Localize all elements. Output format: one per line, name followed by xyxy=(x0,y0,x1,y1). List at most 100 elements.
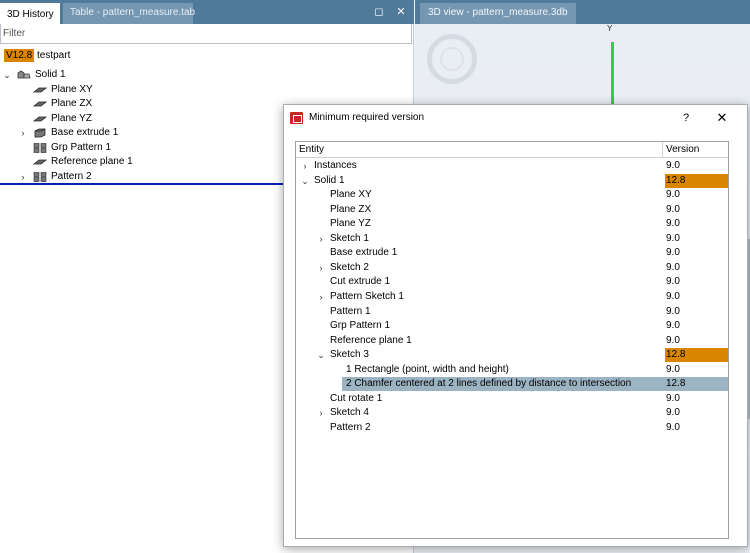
tree-item-label: Base extrude 1 xyxy=(51,127,119,138)
tab-3d-view[interactable]: 3D view - pattern_measure.3db xyxy=(420,3,576,24)
table-row[interactable]: Grp Pattern 1 9.0 xyxy=(296,319,728,333)
table-row[interactable]: Plane ZX 9.0 xyxy=(296,203,728,217)
version-value: 9.0 xyxy=(666,392,680,404)
table-row[interactable]: Cut extrude 1 9.0 xyxy=(296,275,728,289)
tab-table[interactable]: Table - pattern_measure.tab xyxy=(63,3,195,24)
tree-item-label: Grp Pattern 1 xyxy=(51,142,112,153)
tree-item-pattern-2[interactable]: › Pattern 2 xyxy=(0,170,300,184)
close-icon[interactable]: ✕ xyxy=(394,5,408,19)
table-row[interactable]: 2 Chamfer centered at 2 lines defined by… xyxy=(296,377,728,392)
entity-label: Base extrude 1 xyxy=(330,247,398,259)
entity-label: Sketch 4 xyxy=(330,407,369,419)
plane-icon xyxy=(33,159,47,165)
restore-icon[interactable]: ◻ xyxy=(372,5,386,19)
entity-label: Solid 1 xyxy=(314,174,345,186)
version-value: 12.8 xyxy=(665,173,728,188)
pattern-icon xyxy=(33,172,47,182)
version-value: 9.0 xyxy=(666,421,680,433)
table-row[interactable]: Reference plane 1 9.0 xyxy=(296,334,728,348)
table-row[interactable]: Plane XY 9.0 xyxy=(296,188,728,202)
version-value: 9.0 xyxy=(666,232,680,244)
extrude-icon xyxy=(34,128,46,138)
column-header-version[interactable]: Version xyxy=(666,142,699,158)
table-row[interactable]: Plane YZ 9.0 xyxy=(296,217,728,231)
version-value: 9.0 xyxy=(666,189,680,201)
version-badge: V12.8 xyxy=(4,49,35,62)
column-divider[interactable] xyxy=(662,142,663,158)
chevron-right-icon[interactable]: › xyxy=(300,159,310,173)
tree-item-grp-pattern-1[interactable]: Grp Pattern 1 xyxy=(0,141,300,155)
table-header: Entity Version xyxy=(296,142,728,158)
entity-label: Plane XY xyxy=(330,189,372,201)
version-value: 9.0 xyxy=(666,276,680,288)
version-value: 9.0 xyxy=(666,247,680,259)
tree-item-plane-xy[interactable]: Plane XY xyxy=(0,83,300,97)
version-value: 9.0 xyxy=(666,363,680,375)
dialog-title: Minimum required version xyxy=(309,112,425,123)
table-row[interactable]: › Instances 9.0 xyxy=(296,159,728,173)
version-value: 12.8 xyxy=(666,378,686,390)
help-button[interactable]: ? xyxy=(679,110,693,126)
pattern-icon xyxy=(33,143,47,153)
version-value: 9.0 xyxy=(666,305,680,317)
tree-item-plane-zx[interactable]: Plane ZX xyxy=(0,97,300,111)
tree-item-reference-plane-1[interactable]: Reference plane 1 xyxy=(0,155,300,169)
chevron-right-icon[interactable]: › xyxy=(18,126,28,140)
entity-label: Cut rotate 1 xyxy=(330,392,383,404)
chevron-down-icon[interactable]: ⌄ xyxy=(316,348,326,362)
table-row[interactable]: › Sketch 2 9.0 xyxy=(296,261,728,275)
table-row[interactable]: 1 Rectangle (point, width and height) 9.0 xyxy=(296,363,728,377)
plane-icon xyxy=(33,87,47,93)
version-value: 9.0 xyxy=(666,334,680,346)
filter-input[interactable] xyxy=(1,24,411,43)
entity-label: 2 Chamfer centered at 2 lines defined by… xyxy=(346,378,632,390)
entity-label: Sketch 1 xyxy=(330,232,369,244)
tab-3d-history[interactable]: 3D History xyxy=(0,3,60,24)
version-value: 9.0 xyxy=(666,261,680,273)
tree-item-base-extrude-1[interactable]: › Base extrude 1 xyxy=(0,126,300,140)
entity-label: Pattern Sketch 1 xyxy=(330,290,404,302)
entity-label: Reference plane 1 xyxy=(330,334,412,346)
chevron-right-icon[interactable]: › xyxy=(316,232,326,246)
table-row[interactable]: Pattern 2 9.0 xyxy=(296,421,728,435)
close-button[interactable]: ✕ xyxy=(714,110,730,126)
table-row[interactable]: ⌄ Sketch 3 12.8 xyxy=(296,348,728,363)
tree-item-label: Plane XY xyxy=(51,84,93,95)
entity-label: Pattern 1 xyxy=(330,305,371,317)
version-value: 9.0 xyxy=(666,218,680,230)
version-value: 9.0 xyxy=(666,407,680,419)
chevron-down-icon[interactable]: ⌄ xyxy=(2,68,12,82)
filter-box xyxy=(0,24,412,44)
chevron-right-icon[interactable]: › xyxy=(316,261,326,275)
version-value: 12.8 xyxy=(665,348,728,363)
entity-label: Pattern 2 xyxy=(330,421,371,433)
chevron-right-icon[interactable]: › xyxy=(18,170,28,184)
table-row[interactable]: ⌄ Solid 1 12.8 xyxy=(296,173,728,188)
table-row[interactable]: Base extrude 1 9.0 xyxy=(296,246,728,260)
chevron-right-icon[interactable]: › xyxy=(316,290,326,304)
app-logo-icon xyxy=(290,112,303,124)
table-row[interactable]: › Sketch 1 9.0 xyxy=(296,232,728,246)
entity-label: Sketch 2 xyxy=(330,261,369,273)
version-value: 9.0 xyxy=(666,203,680,215)
table-row[interactable]: › Sketch 4 9.0 xyxy=(296,406,728,420)
tree-item-label: Plane ZX xyxy=(51,98,93,109)
table-row[interactable]: Cut rotate 1 9.0 xyxy=(296,392,728,406)
chevron-right-icon[interactable]: › xyxy=(316,406,326,420)
tree-item-label: Plane YZ xyxy=(51,113,92,124)
version-value: 9.0 xyxy=(666,320,680,332)
solid-icon xyxy=(17,70,31,79)
3d-view-tab-bar: 3D view - pattern_measure.3db xyxy=(415,0,750,24)
tree-item-plane-yz[interactable]: Plane YZ xyxy=(0,112,300,126)
entity-label: Plane YZ xyxy=(330,218,371,230)
chevron-down-icon[interactable]: ⌄ xyxy=(300,174,310,188)
min-version-dialog: Minimum required version ? ✕ Entity Vers… xyxy=(283,104,748,547)
column-header-entity[interactable]: Entity xyxy=(299,142,324,158)
tree-item-solid-1[interactable]: ⌄ Solid 1 xyxy=(0,68,300,82)
table-row[interactable]: Pattern 1 9.0 xyxy=(296,305,728,319)
plane-icon xyxy=(33,101,47,107)
view-cube-icon[interactable] xyxy=(427,34,477,84)
table-row[interactable]: › Pattern Sketch 1 9.0 xyxy=(296,290,728,304)
dialog-titlebar[interactable]: Minimum required version ? ✕ xyxy=(284,105,747,133)
part-name: testpart xyxy=(37,50,71,61)
